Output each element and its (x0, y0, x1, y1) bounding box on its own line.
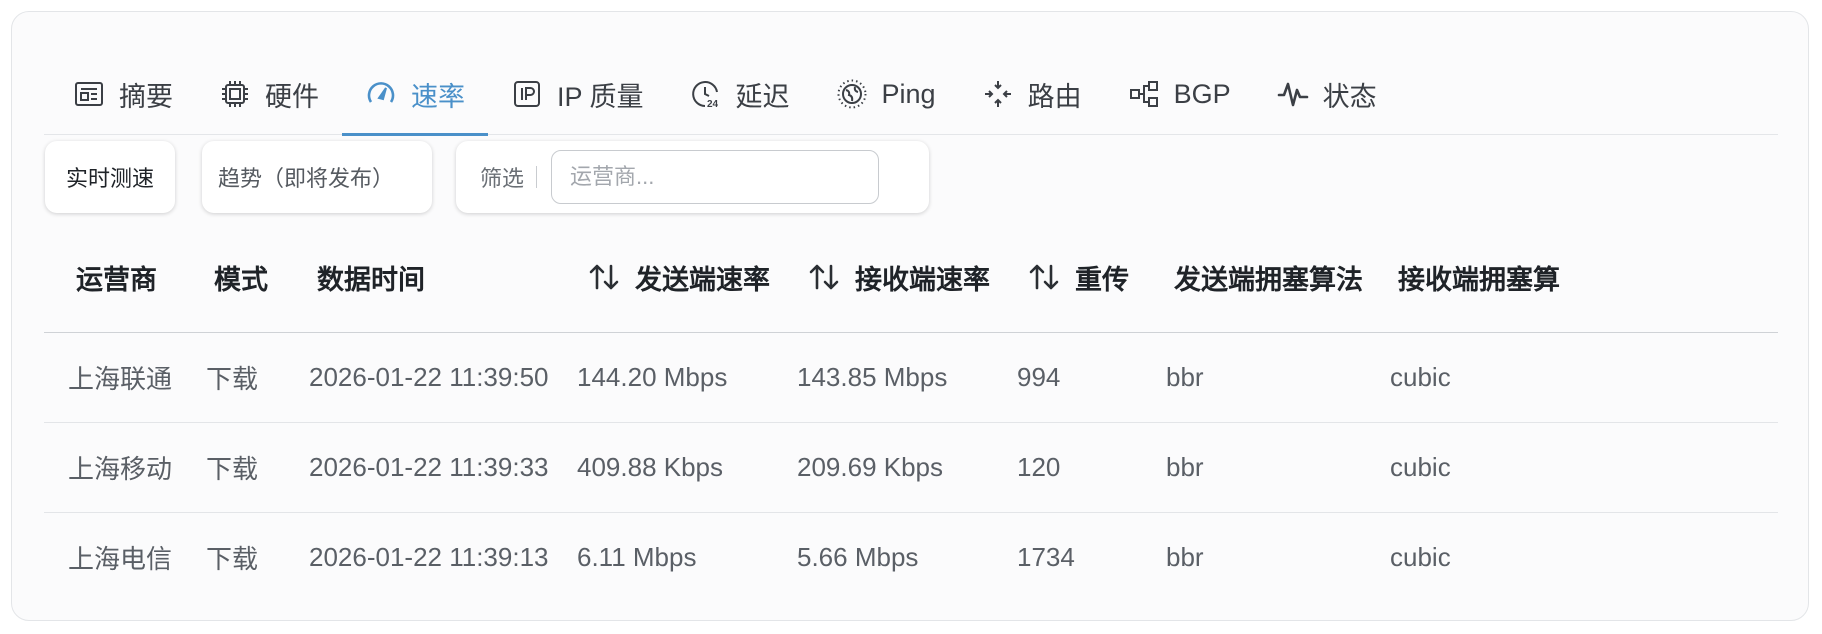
column-header-label: 运营商 (76, 264, 157, 295)
tab-label: 状态 (1322, 81, 1377, 112)
cell-send-rate: 6.11 Mbps (577, 542, 697, 572)
column-header-mode[interactable]: 模式 (214, 222, 268, 332)
column-header-label: 发送端速率 (635, 264, 770, 295)
column-header-receive-rate[interactable]: 接收端速率 (807, 222, 990, 332)
table-row: 上海联通 下载 2026-01-22 11:39:50 144.20 Mbps … (44, 333, 1778, 423)
cell-retransmit: 120 (1017, 452, 1061, 482)
column-header-data-time[interactable]: 数据时间 (317, 222, 425, 332)
column-header-retransmit[interactable]: 重传 (1027, 222, 1129, 332)
tab-speed[interactable]: 速率 (342, 54, 488, 136)
realtime-test-button[interactable]: 实时测速 (45, 141, 175, 213)
cell-retransmit: 1734 (1017, 542, 1075, 572)
ip-icon (514, 81, 540, 107)
cell-mode: 下载 (206, 364, 259, 394)
cell-data-time: 2026-01-22 11:39:33 (309, 452, 549, 482)
cell-send-cc: bbr (1166, 362, 1204, 392)
column-header-receive-cc[interactable]: 接收端拥塞算 (1398, 222, 1560, 332)
cell-mode: 下载 (206, 544, 259, 574)
cell-send-cc: bbr (1166, 542, 1204, 572)
cell-receive-rate: 5.66 Mbps (797, 542, 919, 572)
cell-receive-cc: cubic (1390, 362, 1451, 392)
speed-panel-card: 摘要 硬件 速率 IP 质量 24 延迟 Ping 路由 BGP 状态 实时测速… (11, 11, 1809, 621)
tab-ip-quality[interactable]: IP 质量 (488, 54, 667, 134)
column-header-label: 重传 (1075, 264, 1129, 295)
table-row: 上海电信 下载 2026-01-22 11:39:13 6.11 Mbps 5.… (44, 513, 1778, 602)
tab-label: Ping (881, 78, 936, 109)
carrier-filter-input[interactable] (551, 150, 880, 204)
cell-mode: 下载 (206, 454, 259, 484)
cell-retransmit: 994 (1017, 362, 1061, 392)
cell-data-time: 2026-01-22 11:39:50 (309, 362, 549, 392)
column-header-label: 发送端拥塞算法 (1174, 264, 1363, 295)
cell-send-rate: 144.20 Mbps (577, 362, 728, 392)
tab-latency[interactable]: 24 延迟 (667, 54, 813, 134)
sort-icon[interactable] (1027, 260, 1061, 294)
cell-send-rate: 409.88 Kbps (577, 452, 724, 482)
globe-icon (837, 79, 867, 109)
cell-carrier: 上海移动 (68, 454, 173, 484)
column-header-carrier[interactable]: 运营商 (76, 222, 157, 332)
tab-hardware[interactable]: 硬件 (196, 54, 342, 134)
trend-button[interactable]: 趋势（即将发布） (202, 141, 432, 213)
column-header-label: 模式 (214, 264, 268, 295)
tab-label: BGP (1173, 78, 1231, 109)
tab-label: 摘要 (119, 81, 173, 112)
cell-receive-cc: cubic (1390, 452, 1451, 482)
tab-bar: 摘要 硬件 速率 IP 质量 24 延迟 Ping 路由 BGP 状态 (44, 54, 1778, 136)
table-header: 运营商 模式 数据时间 发送端速率 接收端速率 重传 发送端拥塞算法 接收端拥塞… (44, 222, 1778, 333)
tab-label: 路由 (1027, 81, 1082, 112)
filter-label: 筛选 (480, 166, 525, 191)
cell-send-cc: bbr (1166, 452, 1204, 482)
tab-status[interactable]: 状态 (1254, 54, 1400, 134)
cell-data-time: 2026-01-22 11:39:13 (309, 542, 549, 572)
tab-label: 延迟 (735, 81, 790, 112)
speedometer-icon (367, 82, 395, 103)
tab-ping[interactable]: Ping (813, 54, 959, 134)
tab-bgp[interactable]: BGP (1105, 54, 1254, 134)
cell-receive-rate: 143.85 Mbps (797, 362, 948, 392)
column-header-label: 接收端拥塞算 (1398, 264, 1560, 295)
column-header-label: 接收端速率 (855, 264, 990, 295)
tab-label: IP 质量 (557, 81, 644, 112)
filter-divider (536, 166, 538, 188)
sort-icon[interactable] (807, 260, 841, 294)
cell-carrier: 上海电信 (68, 544, 173, 574)
chip-icon (222, 81, 248, 107)
column-header-send-rate[interactable]: 发送端速率 (587, 222, 770, 332)
clock-24-icon: 24 (691, 81, 719, 110)
filter-group: 筛选 (456, 141, 929, 213)
tab-label: 硬件 (265, 81, 319, 112)
activity-icon (1277, 82, 1308, 107)
column-header-label: 数据时间 (317, 264, 425, 295)
route-icon (984, 81, 1011, 107)
cell-carrier: 上海联通 (68, 364, 173, 394)
table-row: 上海移动 下载 2026-01-22 11:39:33 409.88 Kbps … (44, 423, 1778, 513)
summary-icon (75, 82, 103, 106)
tab-route[interactable]: 路由 (959, 54, 1105, 134)
sort-icon[interactable] (587, 260, 621, 294)
tab-label: 速率 (411, 81, 465, 112)
cell-receive-rate: 209.69 Kbps (797, 452, 944, 482)
network-nodes-icon (1129, 81, 1158, 107)
column-header-send-cc[interactable]: 发送端拥塞算法 (1174, 222, 1363, 332)
cell-receive-cc: cubic (1390, 542, 1451, 572)
tab-summary[interactable]: 摘要 (50, 54, 196, 134)
svg-text:24: 24 (707, 99, 719, 110)
